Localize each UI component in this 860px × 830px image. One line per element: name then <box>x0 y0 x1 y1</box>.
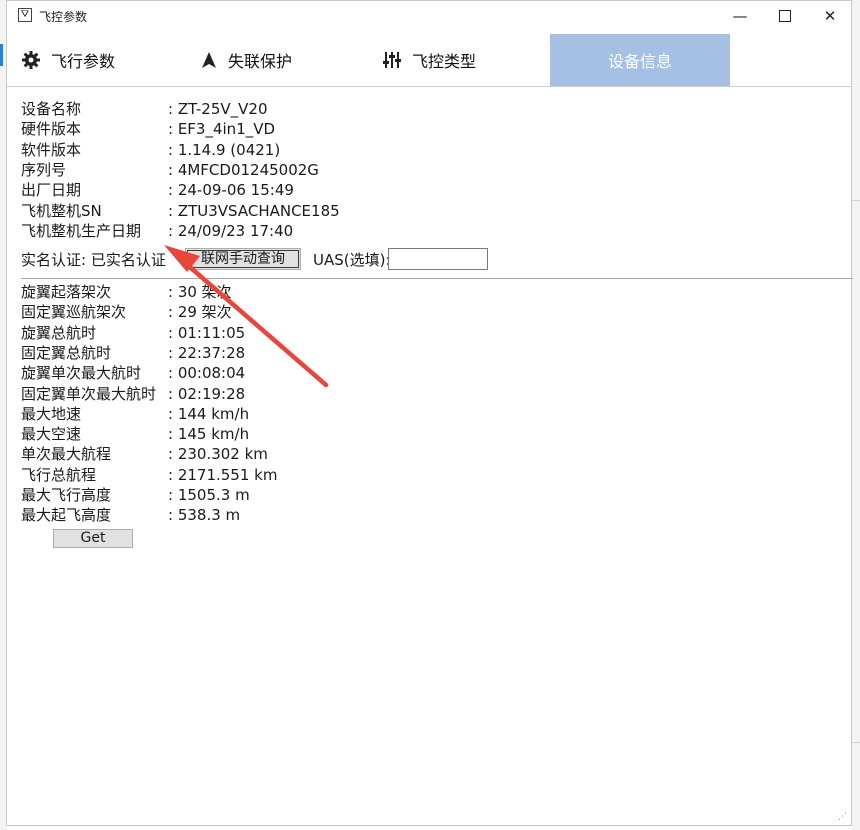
background-accent <box>0 44 3 66</box>
title-bar[interactable]: ⛛ 飞控参数 — ✕ <box>7 1 851 33</box>
row-value: : ZTU3VSACHANCE185 <box>168 201 340 220</box>
edge-mark <box>852 742 860 743</box>
row-value: : 1505.3 m <box>168 486 250 504</box>
tab-label: 设备信息 <box>607 52 672 71</box>
row-label: 固定翼总航时 <box>21 343 112 362</box>
tab-flight-params[interactable]: 飞行参数 <box>21 34 115 86</box>
row-label: 设备名称 <box>21 100 82 118</box>
row-value: : 144 km/h <box>168 404 250 423</box>
row-value: : 2171.551 km <box>168 465 278 484</box>
row-label: 固定翼巡航架次 <box>21 303 127 322</box>
tab-fc-type[interactable]: 飞控类型 <box>382 34 476 86</box>
uas-label: UAS(选填): <box>313 251 391 269</box>
row-label: 最大地速 <box>21 404 82 423</box>
row-value: : 24/09/23 17:40 <box>168 221 294 240</box>
sliders-icon <box>382 50 402 70</box>
maximize-icon <box>779 10 791 22</box>
row-value: : 538.3 m <box>168 506 241 525</box>
row-label: 最大飞行高度 <box>21 486 112 504</box>
window-title: 飞控参数 <box>39 10 88 24</box>
resize-grip-icon[interactable]: ⋰ <box>838 812 848 822</box>
row-value: : 29 架次 <box>168 303 232 322</box>
minimize-icon: — <box>732 7 748 25</box>
row-label: 固定翼单次最大航时 <box>21 384 157 403</box>
close-icon: ✕ <box>823 7 837 25</box>
tab-label: 飞行参数 <box>51 52 116 71</box>
row-value: : 00:08:04 <box>168 364 246 383</box>
tab-label: 失联保护 <box>228 52 293 71</box>
uas-input[interactable] <box>388 248 488 270</box>
tab-bar: 飞行参数 失联保护 飞控类型 设备信息 <box>7 34 851 86</box>
arrow-up-icon <box>200 51 218 69</box>
edge-mark <box>852 200 860 201</box>
row-value: : 02:19:28 <box>168 384 246 403</box>
row-label: 硬件版本 <box>21 120 82 139</box>
auth-status: 实名认证: 已实名认证 <box>21 251 166 269</box>
row-value: : 145 km/h <box>168 425 250 444</box>
get-button[interactable]: Get <box>53 529 133 548</box>
row-value: : ZT-25V_V20 <box>168 100 268 118</box>
background-window-edge-right <box>852 0 860 830</box>
row-value: : 230.302 km <box>168 445 268 464</box>
row-label: 旋翼总航时 <box>21 323 97 342</box>
row-label: 飞机整机SN <box>21 201 102 220</box>
section-divider <box>21 278 853 279</box>
gear-icon <box>21 50 41 70</box>
row-label: 飞行总航程 <box>21 465 97 484</box>
row-label: 出厂日期 <box>21 181 82 200</box>
tab-divider <box>7 86 851 87</box>
row-value: : 30 架次 <box>168 283 232 301</box>
row-value: : 24-09-06 15:49 <box>168 181 294 200</box>
tab-device-info[interactable]: 设备信息 <box>550 34 730 86</box>
row-label: 最大空速 <box>21 425 82 444</box>
row-label: 软件版本 <box>21 140 82 159</box>
row-label: 序列号 <box>21 160 67 179</box>
row-value: : 01:11:05 <box>168 323 246 342</box>
row-label: 最大起飞高度 <box>21 506 112 525</box>
row-value: : 4MFCD01245002G <box>168 160 319 179</box>
close-button[interactable]: ✕ <box>807 1 853 31</box>
row-label: 飞机整机生产日期 <box>21 221 142 240</box>
real-name-auth-row: 实名认证: 已实名认证 联网手动查询 UAS(选填): <box>21 248 851 272</box>
row-value: : 1.14.9 (0421) <box>168 140 281 159</box>
drone-logo-icon: ⛛ <box>18 8 32 22</box>
maximize-button[interactable] <box>762 1 808 31</box>
row-label: 单次最大航程 <box>21 445 112 464</box>
row-value: : EF3_4in1_VD <box>168 120 276 139</box>
tab-failsafe[interactable]: 失联保护 <box>200 34 292 86</box>
tab-label: 飞控类型 <box>412 52 477 71</box>
row-value: : 22:37:28 <box>168 343 246 362</box>
flight-control-window: ⛛ 飞控参数 — ✕ 飞行参数 失联保护 飞控类型 设备信息 设备名称: ZT… <box>6 0 853 826</box>
minimize-button[interactable]: — <box>717 1 763 31</box>
row-label: 旋翼单次最大航时 <box>21 364 142 383</box>
online-query-button[interactable]: 联网手动查询 <box>185 248 301 270</box>
row-label: 旋翼起落架次 <box>21 283 112 301</box>
